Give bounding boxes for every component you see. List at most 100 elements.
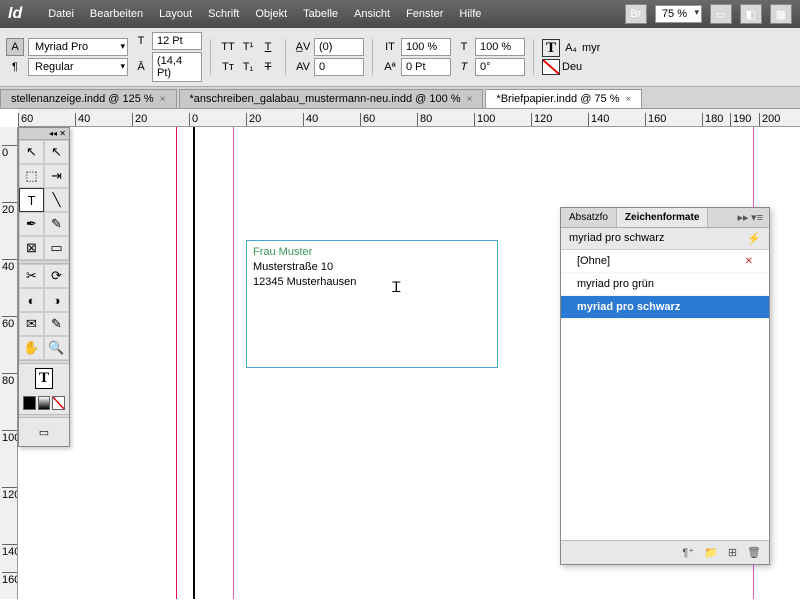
- language-label[interactable]: Deu: [562, 61, 582, 73]
- panel-tab-paragraph[interactable]: Absatzfo: [561, 208, 617, 227]
- skew-input[interactable]: 0°: [475, 58, 525, 76]
- zoom-tool[interactable]: 🔍: [44, 336, 69, 360]
- guide-line[interactable]: [176, 127, 177, 599]
- panel-menu-icon[interactable]: ▾≡: [751, 212, 763, 224]
- font-style-dropdown[interactable]: Regular: [28, 58, 128, 76]
- hand-tool[interactable]: ✋: [19, 336, 44, 360]
- tab-briefpapier[interactable]: *Briefpapier.indd @ 75 %×: [485, 89, 642, 108]
- fill-color-icon[interactable]: T: [542, 39, 560, 57]
- menu-datei[interactable]: Datei: [48, 8, 74, 20]
- toolbox[interactable]: ◂◂ ✕ ↖ ↖ ⬚ ⇥ T ╲ ✒ ✎ ⊠ ▭ ✂ ⟳ ◐ ◑ ✉ ✎ ✋ 🔍…: [18, 127, 70, 447]
- stroke-color-icon[interactable]: [542, 59, 560, 75]
- workspace: 60 40 20 0 20 40 60 80 100 120 140 160 1…: [0, 109, 800, 599]
- address-line3: 12345 Musterhausen: [253, 275, 491, 290]
- tracking-input[interactable]: 0: [314, 58, 364, 76]
- selection-tool[interactable]: ↖: [19, 140, 44, 164]
- zoom-dropdown[interactable]: 75 %: [655, 5, 702, 23]
- view-mode-icon[interactable]: ▭: [710, 4, 732, 24]
- character-styles-panel[interactable]: Absatzfo Zeichenformate ▸▸ ▾≡ myriad pro…: [560, 207, 770, 565]
- pen-tool[interactable]: ✒: [19, 212, 44, 236]
- bridge-button[interactable]: Br: [625, 4, 647, 24]
- swatch-gradient[interactable]: [38, 396, 51, 410]
- page-tool[interactable]: ⬚: [19, 164, 44, 188]
- char-style-label: A₄: [562, 39, 580, 57]
- gradient-tool[interactable]: ◐: [19, 288, 44, 312]
- panel-tab-character[interactable]: Zeichenformate: [617, 208, 708, 227]
- style-item-schwarz[interactable]: myriad pro schwarz: [561, 296, 769, 319]
- vscale-icon: IT: [381, 38, 399, 56]
- quick-apply-icon[interactable]: ⚡: [747, 232, 761, 245]
- eyedropper-tool[interactable]: ✎: [44, 312, 69, 336]
- style-group-icon[interactable]: ¶⁺: [682, 546, 694, 559]
- menu-schrift[interactable]: Schrift: [208, 8, 239, 20]
- rectangle-frame-tool[interactable]: ⊠: [19, 236, 44, 260]
- arrange-icon[interactable]: ▦: [770, 4, 792, 24]
- hscale-input[interactable]: 100 %: [475, 38, 525, 56]
- tab-stellenanzeige[interactable]: stellenanzeige.indd @ 125 %×: [0, 89, 177, 108]
- transform-tool[interactable]: ⟳: [44, 264, 69, 288]
- control-bar: A ¶ Myriad Pro Regular T12 Pt Ā(14,4 Pt)…: [0, 28, 800, 87]
- type-tool[interactable]: T: [19, 188, 44, 212]
- char-style-value[interactable]: myr: [582, 42, 600, 54]
- leading-input[interactable]: (14,4 Pt): [152, 52, 202, 82]
- style-item-none[interactable]: [Ohne] ✕: [561, 250, 769, 273]
- margin-left: [233, 127, 234, 599]
- trash-icon[interactable]: 🗑: [747, 546, 761, 559]
- kerning-icon: A̲V: [294, 38, 312, 56]
- line-tool[interactable]: ╲: [44, 188, 69, 212]
- subscript-icon[interactable]: T₁: [239, 58, 257, 76]
- menu-layout[interactable]: Layout: [159, 8, 192, 20]
- toolbox-header[interactable]: ◂◂ ✕: [19, 128, 69, 140]
- font-family-dropdown[interactable]: Myriad Pro: [28, 38, 128, 56]
- tab-anschreiben[interactable]: *anschreiben_galabau_mustermann-neu.indd…: [179, 89, 484, 108]
- strike-icon[interactable]: T: [259, 58, 277, 76]
- swatch-black[interactable]: [23, 396, 36, 410]
- note-tool[interactable]: ✉: [19, 312, 44, 336]
- menu-fenster[interactable]: Fenster: [406, 8, 443, 20]
- baseline-input[interactable]: 0 Pt: [401, 58, 451, 76]
- panel-collapse-icon[interactable]: ▸▸: [737, 212, 748, 224]
- close-icon[interactable]: ×: [467, 94, 473, 105]
- rectangle-tool[interactable]: ▭: [44, 236, 69, 260]
- screen-mode-icon[interactable]: ◧: [740, 4, 762, 24]
- page-edge: [193, 127, 195, 599]
- new-folder-icon[interactable]: 📁: [704, 546, 718, 559]
- menu-hilfe[interactable]: Hilfe: [459, 8, 481, 20]
- gap-tool[interactable]: ⇥: [44, 164, 69, 188]
- leading-icon: Ā: [132, 58, 150, 76]
- new-style-icon[interactable]: ⊞: [728, 546, 737, 559]
- ruler-horizontal[interactable]: 60 40 20 0 20 40 60 80 100 120 140 160 1…: [18, 109, 800, 127]
- menu-bar: Id Datei Bearbeiten Layout Schrift Objek…: [0, 0, 800, 28]
- direct-selection-tool[interactable]: ↖: [44, 140, 69, 164]
- close-icon[interactable]: ×: [160, 94, 166, 105]
- delete-icon[interactable]: ✕: [745, 256, 753, 267]
- menu-bearbeiten[interactable]: Bearbeiten: [90, 8, 143, 20]
- menu-objekt[interactable]: Objekt: [255, 8, 287, 20]
- text-frame[interactable]: Frau Muster Musterstraße 10 12345 Muster…: [246, 240, 498, 368]
- scissors-tool[interactable]: ✂: [19, 264, 44, 288]
- char-format-icon[interactable]: A: [6, 38, 24, 56]
- fill-stroke-swap[interactable]: T: [19, 364, 69, 392]
- kerning-input[interactable]: (0): [314, 38, 364, 56]
- allcaps-icon[interactable]: TT: [219, 38, 237, 56]
- ruler-vertical[interactable]: 0 20 40 60 80 100 120 140 160 170: [0, 127, 18, 599]
- superscript-icon[interactable]: T¹: [239, 38, 257, 56]
- close-icon[interactable]: ×: [626, 94, 632, 105]
- pencil-tool[interactable]: ✎: [44, 212, 69, 236]
- address-line1: Frau Muster: [253, 245, 491, 260]
- style-item-gruen[interactable]: myriad pro grün: [561, 273, 769, 296]
- text-cursor-icon: Ꮖ: [392, 279, 401, 296]
- font-size-icon: T: [132, 32, 150, 50]
- menu-tabelle[interactable]: Tabelle: [303, 8, 338, 20]
- para-format-icon[interactable]: ¶: [6, 58, 24, 76]
- underline-icon[interactable]: T: [259, 38, 277, 56]
- gradient-feather-tool[interactable]: ◑: [44, 288, 69, 312]
- smallcaps-icon[interactable]: Tᴛ: [219, 58, 237, 76]
- view-mode-tool[interactable]: ▭: [19, 418, 69, 446]
- vscale-input[interactable]: 100 %: [401, 38, 451, 56]
- current-style-label: myriad pro schwarz: [569, 232, 664, 245]
- swatch-none[interactable]: [52, 396, 65, 410]
- font-size-input[interactable]: 12 Pt: [152, 32, 202, 50]
- menu-ansicht[interactable]: Ansicht: [354, 8, 390, 20]
- style-list: [Ohne] ✕ myriad pro grün myriad pro schw…: [561, 250, 769, 540]
